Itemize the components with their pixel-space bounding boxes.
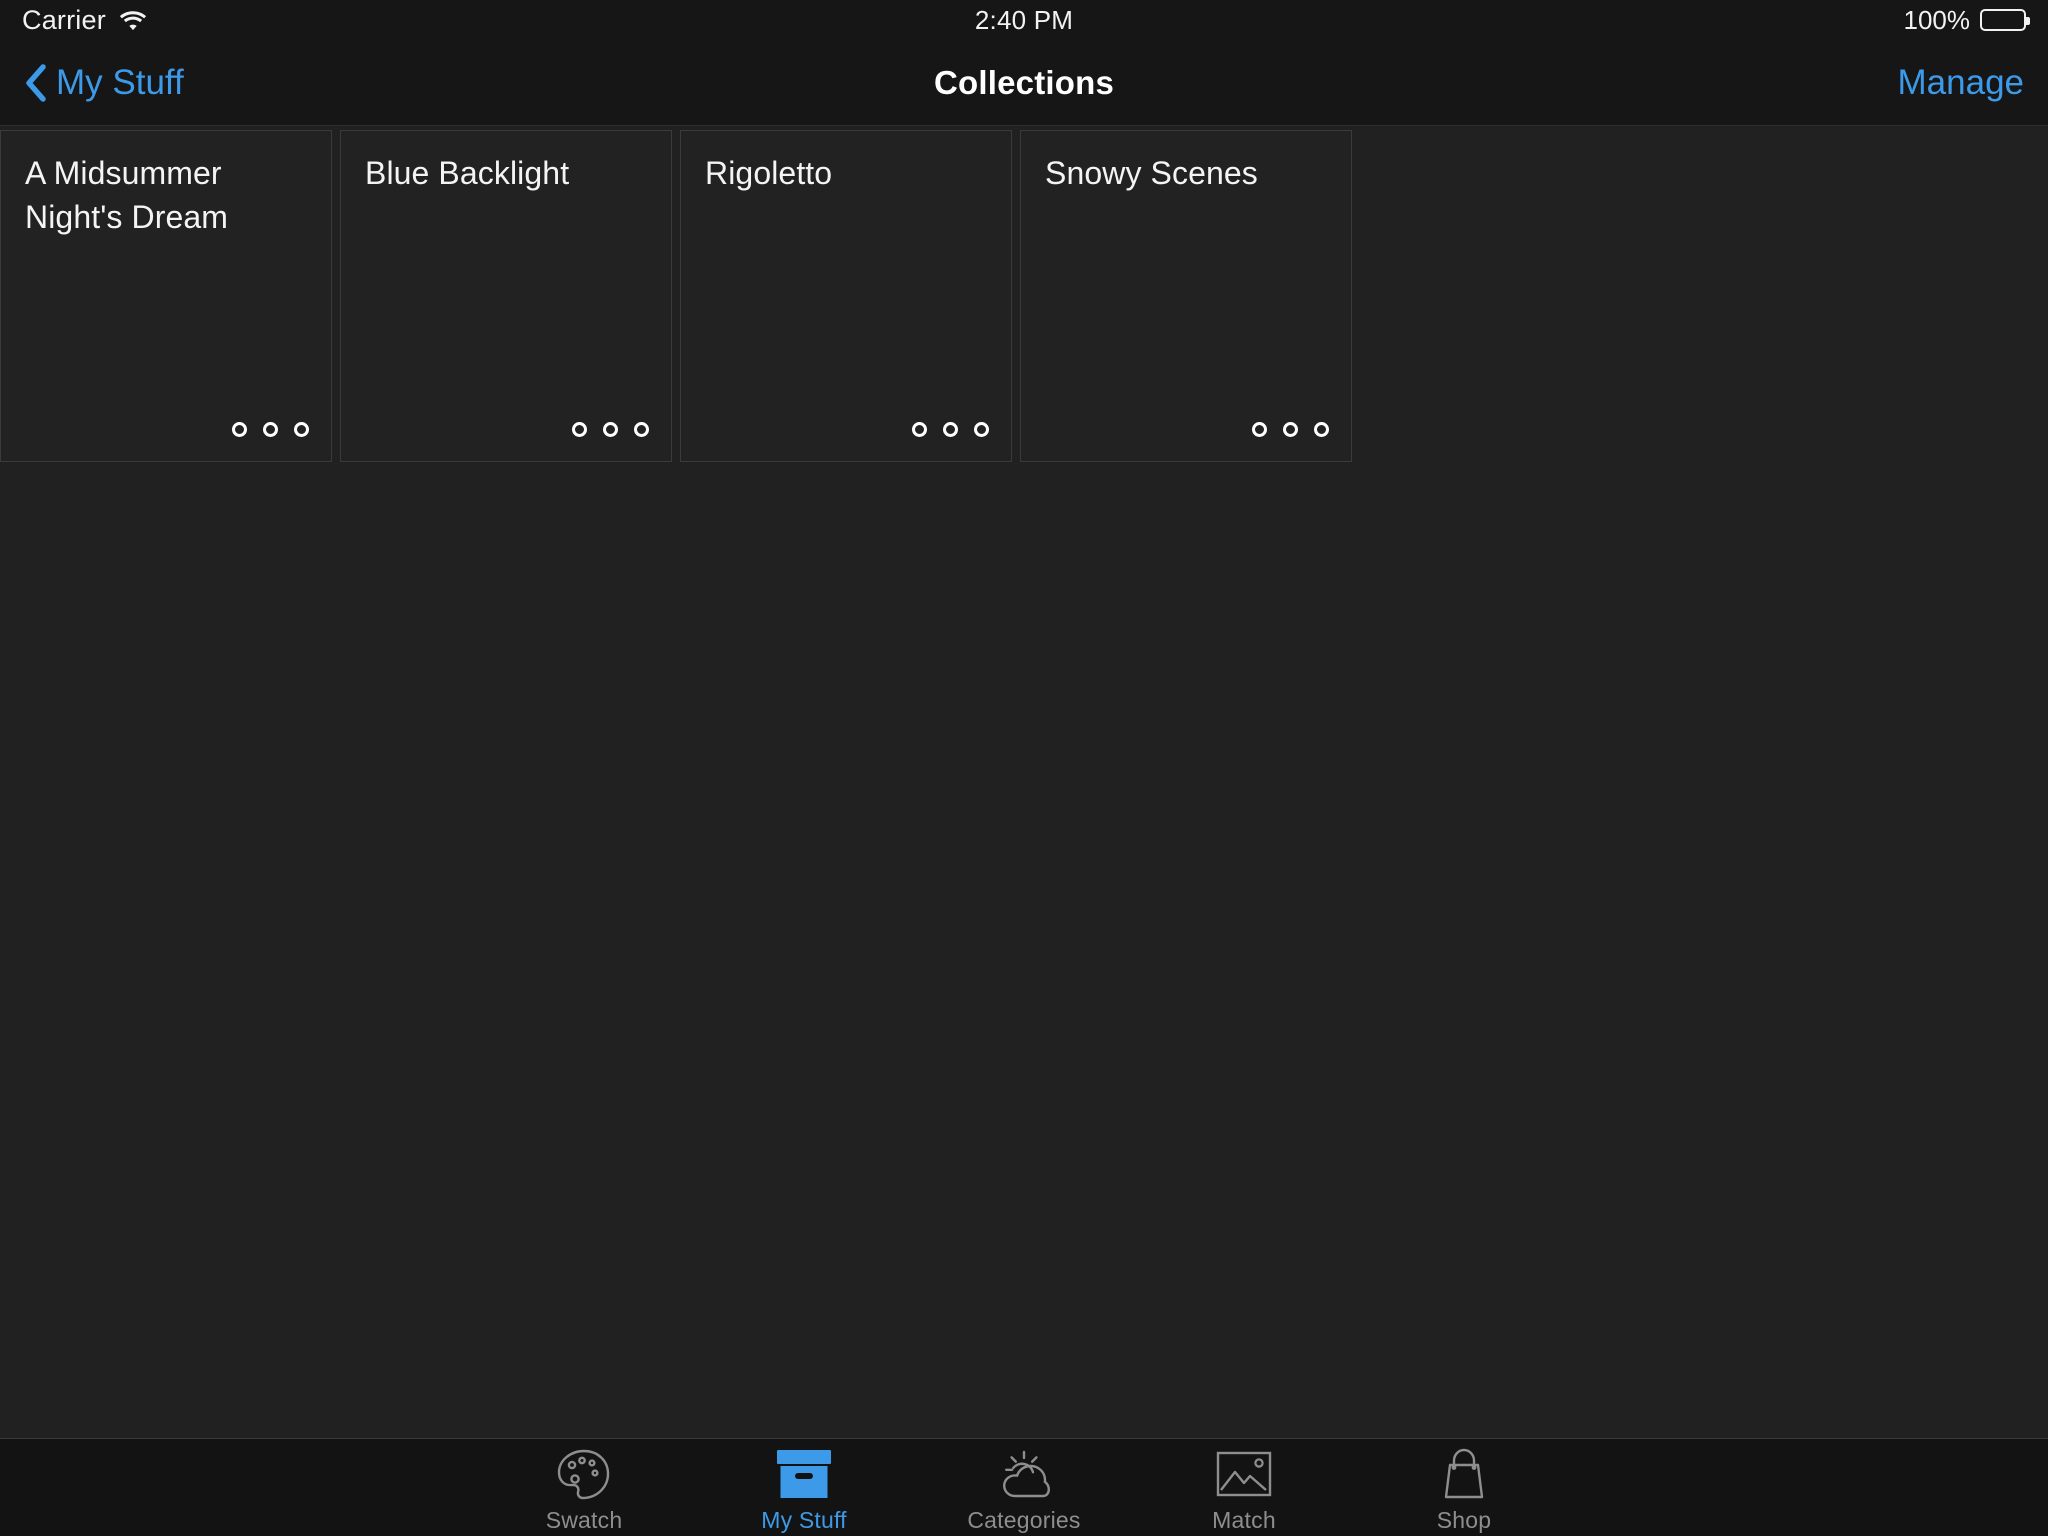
manage-button[interactable]: Manage [1898, 63, 2024, 103]
back-button-label: My Stuff [56, 62, 184, 102]
battery-icon [1980, 9, 2030, 31]
battery-percent-label: 100% [1903, 4, 1971, 35]
collection-card[interactable]: A Midsummer Night's Dream [0, 130, 332, 462]
three-circles-icon-dot [912, 422, 927, 437]
collection-more-button[interactable] [572, 422, 649, 437]
shopping-bag-icon [1437, 1447, 1491, 1501]
app-root: Carrier 2:40 PM 100% My Stuff Collection… [0, 0, 2048, 1536]
three-circles-icon-dot [634, 422, 649, 437]
content-area: A Midsummer Night's Dream Blue Backlight R… [0, 126, 2048, 1438]
three-circles-icon-dot [1314, 422, 1329, 437]
palette-icon [556, 1447, 612, 1501]
page-title: Collections [933, 63, 1115, 101]
collection-card-title: A Midsummer Night's Dream [25, 155, 229, 235]
collection-card-title: Snowy Scenes [1045, 155, 1258, 191]
collection-card-title: Rigoletto [705, 155, 833, 191]
three-circles-icon-dot [603, 422, 618, 437]
collection-more-button[interactable] [232, 422, 309, 437]
tab-my-stuff[interactable]: My Stuff [694, 1439, 914, 1536]
navigation-bar: My Stuff Collections Manage [0, 40, 2048, 126]
tab-label: My Stuff [761, 1507, 847, 1533]
tab-categories[interactable]: Categories [914, 1439, 1134, 1536]
chevron-left-icon [24, 63, 46, 102]
sun-cloud-icon [994, 1447, 1054, 1501]
back-button[interactable]: My Stuff [24, 63, 184, 103]
tab-match[interactable]: Match [1134, 1439, 1354, 1536]
collection-more-button[interactable] [1252, 422, 1329, 437]
tab-bar: Swatch My Stuff Categories Match Shop [0, 1438, 2048, 1536]
three-circles-icon-dot [1252, 422, 1267, 437]
three-circles-icon-dot [294, 422, 309, 437]
tab-label: Swatch [545, 1507, 623, 1533]
collection-card[interactable]: Blue Backlight [340, 130, 672, 462]
tab-shop[interactable]: Shop [1354, 1439, 1574, 1536]
three-circles-icon-dot [943, 422, 958, 437]
three-circles-icon-dot [572, 422, 587, 437]
box-icon [775, 1447, 833, 1501]
three-circles-icon-dot [232, 422, 247, 437]
collection-more-button[interactable] [912, 422, 989, 437]
status-bar-right: 100% [1903, 4, 2030, 36]
three-circles-icon-dot [974, 422, 989, 437]
status-bar-clock: 2:40 PM [974, 4, 1074, 35]
collections-grid: A Midsummer Night's Dream Blue Backlight R… [0, 126, 2048, 462]
collection-card[interactable]: Rigoletto [680, 130, 1012, 462]
three-circles-icon-dot [1283, 422, 1298, 437]
wifi-icon [118, 9, 148, 31]
tab-label: Match [1212, 1507, 1276, 1533]
carrier-label: Carrier [22, 4, 106, 35]
collection-card[interactable]: Snowy Scenes [1020, 130, 1352, 462]
status-bar: Carrier 2:40 PM 100% [0, 0, 2048, 40]
tab-swatch[interactable]: Swatch [474, 1439, 694, 1536]
status-bar-left: Carrier [22, 5, 148, 36]
photo-icon [1216, 1447, 1272, 1501]
three-circles-icon-dot [263, 422, 278, 437]
tab-label: Categories [967, 1507, 1081, 1533]
tab-label: Shop [1436, 1507, 1492, 1533]
collection-card-title: Blue Backlight [365, 155, 570, 191]
